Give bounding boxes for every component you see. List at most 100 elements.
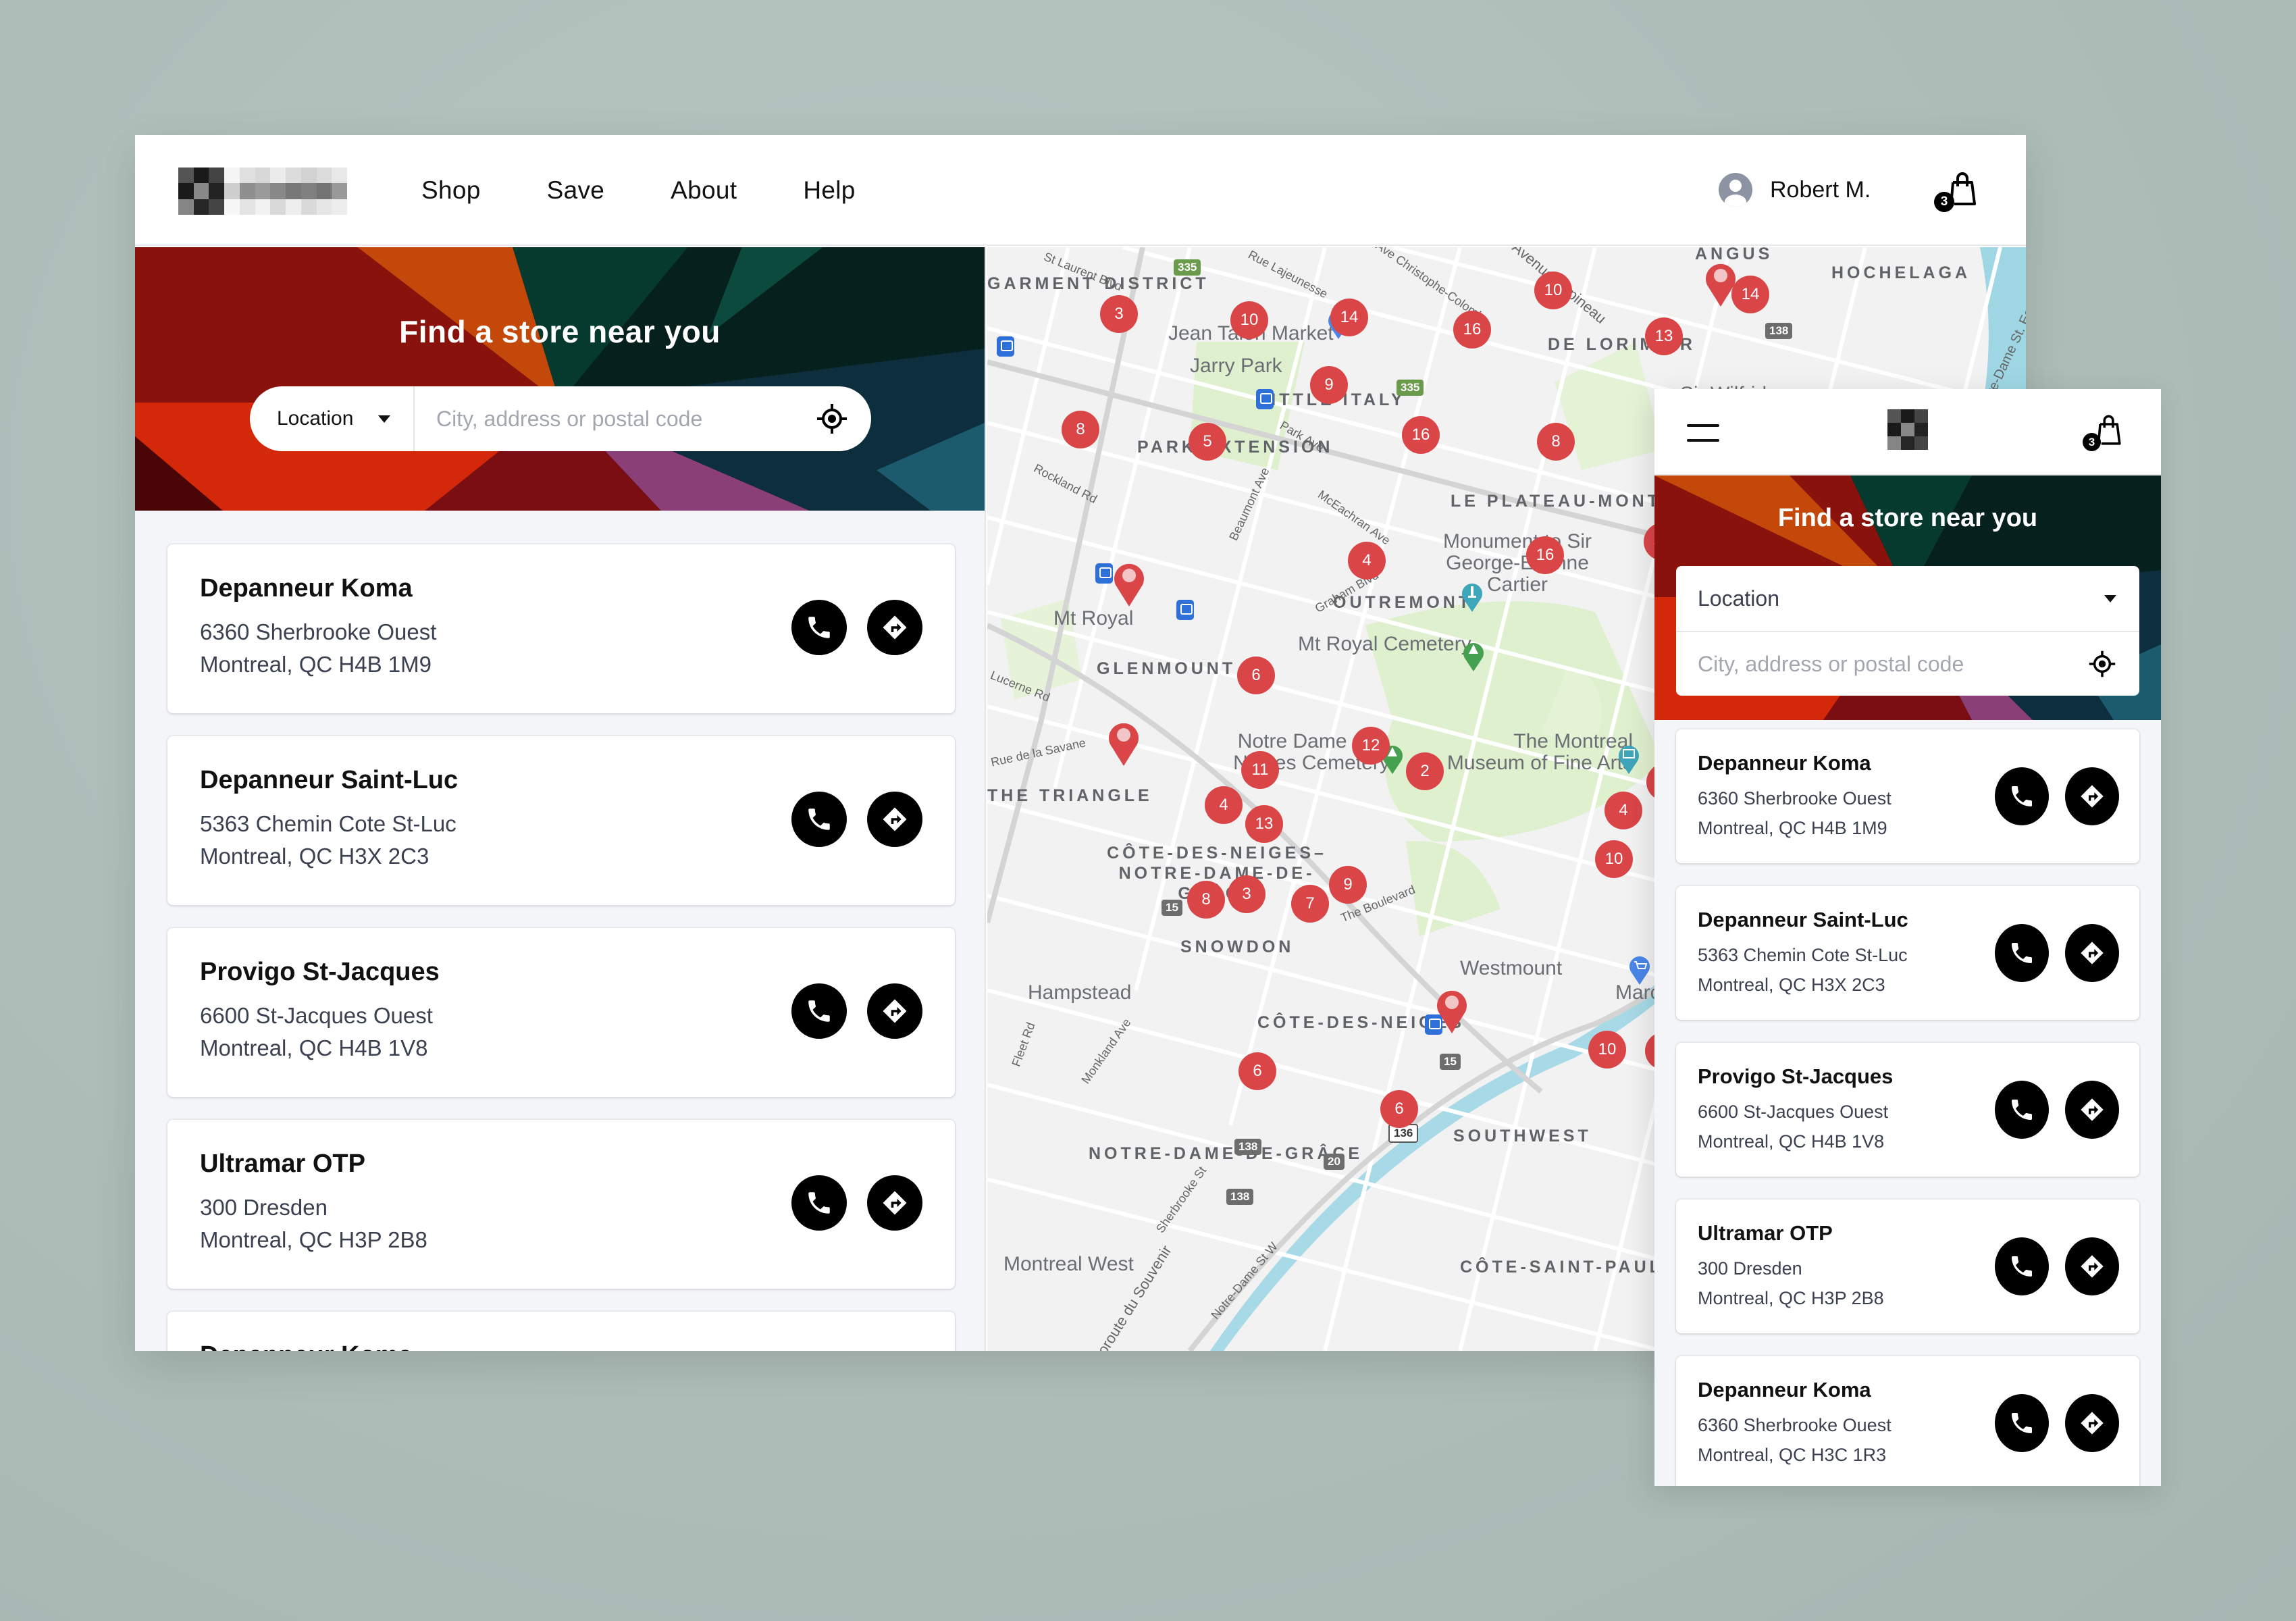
store-cluster-marker[interactable]: 9 [1310, 366, 1348, 404]
store-cluster-marker[interactable]: 6 [1380, 1090, 1418, 1128]
metro-station-icon[interactable] [1095, 563, 1113, 584]
directions-button[interactable] [867, 1175, 922, 1231]
store-cluster-marker[interactable]: 3 [1228, 875, 1266, 913]
store-cluster-marker[interactable]: 14 [1330, 299, 1368, 336]
metro-station-icon[interactable] [1176, 600, 1194, 620]
store-cluster-marker[interactable]: 13 [1645, 317, 1683, 355]
store-card[interactable]: Depanneur Saint-Luc 5363 Chemin Cote St-… [1676, 886, 2139, 1020]
store-card[interactable]: Depanneur Koma [167, 1312, 955, 1351]
nav-shop[interactable]: Shop [421, 176, 481, 205]
nav-help[interactable]: Help [803, 176, 855, 205]
logo-pixel [193, 199, 209, 215]
store-cluster-marker[interactable]: 3 [1100, 295, 1138, 333]
store-cluster-marker[interactable]: 10 [1588, 1031, 1626, 1069]
store-card[interactable]: Depanneur Saint-Luc 5363 Chemin Cote St-… [167, 736, 955, 905]
store-card[interactable]: Depanneur Koma 6360 Sherbrooke Ouest Mon… [1676, 729, 2139, 863]
store-card[interactable]: Provigo St-Jacques 6600 St-Jacques Ouest… [167, 928, 955, 1097]
directions-icon [883, 999, 907, 1023]
call-store-button[interactable] [791, 792, 847, 847]
store-card[interactable]: Depanneur Koma 6360 Sherbrooke Ouest Mon… [167, 544, 955, 713]
store-cluster-marker[interactable]: 8 [1062, 411, 1099, 448]
cemetery-park-icon[interactable] [1461, 640, 1486, 671]
location-dropdown[interactable]: Location [250, 386, 415, 451]
user-menu[interactable]: Robert M. [1719, 173, 1871, 207]
address-search-input[interactable] [415, 386, 816, 451]
metro-station-icon[interactable] [1256, 389, 1274, 409]
store-cluster-marker[interactable]: 5 [1189, 423, 1226, 461]
monument-icon[interactable] [1460, 581, 1484, 612]
location-dropdown[interactable]: Location [1676, 566, 2139, 631]
store-city: Montreal, QC H4B 1V8 [1698, 1131, 1885, 1152]
store-cluster-marker[interactable]: 4 [1348, 542, 1386, 580]
directions-button[interactable] [2065, 1394, 2119, 1452]
store-cluster-marker[interactable]: 8 [1537, 423, 1575, 461]
store-cluster-marker[interactable]: 12 [1352, 727, 1390, 765]
phone-icon [2012, 1100, 2032, 1120]
store-city: Montreal, QC H3X 2C3 [200, 844, 429, 869]
store-card[interactable]: Ultramar OTP 300 Dresden Montreal, QC H3… [167, 1120, 955, 1289]
store-cluster-marker[interactable]: 16 [1402, 416, 1440, 454]
cart-button[interactable]: 3 [1934, 169, 1980, 212]
store-cluster-marker[interactable]: 4 [1205, 786, 1243, 824]
nav-about[interactable]: About [671, 176, 737, 205]
logo-pixel [178, 183, 194, 199]
my-location-icon[interactable] [816, 403, 848, 435]
store-cluster-marker[interactable]: 16 [1453, 311, 1491, 349]
call-store-button[interactable] [1995, 1081, 2049, 1139]
store-cluster-marker[interactable]: 11 [1241, 751, 1279, 789]
call-store-button[interactable] [791, 1175, 847, 1231]
map-label-district: NOTRE-DAME-DE-GRÂCE [1089, 1144, 1363, 1163]
nav-save[interactable]: Save [547, 176, 605, 205]
store-card[interactable]: Provigo St-Jacques 6600 St-Jacques Ouest… [1676, 1043, 2139, 1177]
store-city: Montreal, QC H4B 1M9 [200, 652, 432, 677]
logo[interactable] [1887, 409, 1928, 450]
store-cluster-marker[interactable]: 6 [1238, 1052, 1276, 1090]
store-name: Depanneur Koma [1698, 751, 1871, 775]
call-store-button[interactable] [1995, 1394, 2049, 1452]
store-cluster-marker[interactable]: 14 [1731, 276, 1769, 313]
store-card[interactable]: Ultramar OTP 300 Dresden Montreal, QC H3… [1676, 1200, 2139, 1333]
logo[interactable] [178, 168, 347, 215]
museum-icon[interactable] [1617, 743, 1641, 774]
grocery-store-icon[interactable] [1627, 954, 1652, 985]
store-location-pin[interactable] [1112, 559, 1147, 607]
store-street: 6360 Sherbrooke Ouest [1698, 1415, 1891, 1435]
directions-button[interactable] [867, 600, 922, 655]
store-cluster-marker[interactable]: 10 [1595, 840, 1633, 878]
address-search-input[interactable] [1698, 632, 2088, 696]
cart-button[interactable]: 3 [2083, 412, 2124, 451]
store-cluster-marker[interactable]: 8 [1187, 881, 1225, 919]
store-cluster-marker[interactable]: 6 [1237, 657, 1275, 694]
main-nav: Shop Save About Help [421, 135, 856, 246]
store-cluster-marker[interactable]: 16 [1526, 536, 1564, 574]
logo-pixel [255, 183, 271, 199]
my-location-icon[interactable] [2088, 650, 2116, 678]
metro-station-icon[interactable] [997, 336, 1014, 357]
caret-down-icon [2104, 594, 2116, 602]
directions-button[interactable] [2065, 767, 2119, 825]
store-cluster-marker[interactable]: 9 [1329, 866, 1367, 904]
call-store-button[interactable] [791, 983, 847, 1039]
store-card[interactable]: Depanneur Koma 6360 Sherbrooke Ouest Mon… [1676, 1356, 2139, 1486]
call-store-button[interactable] [791, 600, 847, 655]
store-location-pin[interactable] [1106, 719, 1141, 766]
store-cluster-marker[interactable]: 10 [1230, 301, 1268, 339]
store-cluster-marker[interactable]: 4 [1604, 792, 1642, 829]
store-cluster-marker[interactable]: 7 [1291, 885, 1329, 923]
call-store-button[interactable] [1995, 924, 2049, 982]
call-store-button[interactable] [1995, 1237, 2049, 1295]
call-store-button[interactable] [1995, 767, 2049, 825]
map-label-district: CÔTE-SAINT-PAUL [1460, 1258, 1663, 1277]
directions-icon [2081, 1255, 2104, 1278]
store-location-pin[interactable] [1434, 986, 1469, 1033]
directions-button[interactable] [2065, 924, 2119, 982]
store-cluster-marker[interactable]: 2 [1406, 752, 1444, 790]
directions-button[interactable] [2065, 1081, 2119, 1139]
store-cluster-marker[interactable]: 10 [1534, 272, 1572, 309]
menu-icon[interactable] [1687, 424, 1719, 442]
directions-button[interactable] [867, 792, 922, 847]
logo-pixel [316, 199, 332, 215]
store-cluster-marker[interactable]: 13 [1245, 805, 1283, 843]
directions-button[interactable] [867, 983, 922, 1039]
directions-button[interactable] [2065, 1237, 2119, 1295]
